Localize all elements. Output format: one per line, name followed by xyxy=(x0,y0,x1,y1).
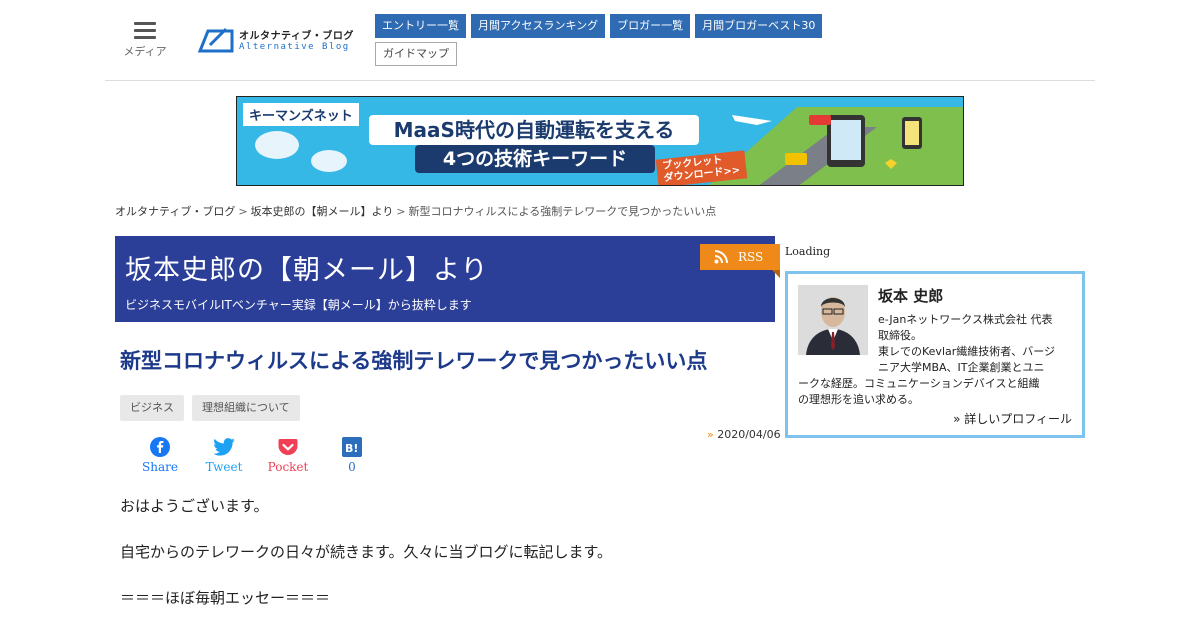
article-date: » 2020/04/06 xyxy=(707,428,781,441)
hatena-bookmark-button[interactable]: B! 0 xyxy=(320,436,384,474)
logo-text-jp: オルタナティブ・ブログ xyxy=(239,30,354,42)
logo-mark-icon xyxy=(197,27,234,53)
hatena-bookmark-icon: B! xyxy=(342,437,362,457)
author-desc-line: の理想形を追い求める。 xyxy=(798,393,919,406)
profile-details-link[interactable]: » 詳しいプロフィール xyxy=(953,410,1072,427)
ad-banner[interactable]: キーマンズネット MaaS時代の自動運転を支える 4つの技術キーワード ブックレ… xyxy=(236,96,964,186)
author-desc-line: ニア大学MBA、IT企業創業とユニ xyxy=(878,361,1045,374)
author-profile-card: 坂本 史郎 e-Janネットワークス株式会社 代表 取締役。 東レでのKevla… xyxy=(785,271,1085,438)
share-buttons: Share Tweet Pocket B! 0 xyxy=(128,436,384,474)
author-description: e-Janネットワークス株式会社 代表 取締役。 東レでのKevlar繊維技術者… xyxy=(798,312,1076,408)
author-desc-line: 取締役。 xyxy=(878,329,922,342)
blog-title[interactable]: 坂本史郎の【朝メール】より xyxy=(125,248,488,287)
nav-blogger-list[interactable]: ブロガー一覧 xyxy=(610,14,691,38)
site-logo[interactable]: オルタナティブ・ブログ Alternative Blog xyxy=(196,25,354,53)
rss-label: RSS xyxy=(738,250,764,264)
svg-text:B!: B! xyxy=(345,442,358,455)
hamburger-icon xyxy=(134,22,156,39)
date-value: 2020/04/06 xyxy=(717,428,781,441)
hatena-bookmark-count: 0 xyxy=(348,460,356,474)
tag-ideal-organization[interactable]: 理想組織について xyxy=(192,395,300,421)
article-paragraph: おはようございます。 xyxy=(120,497,269,515)
author-desc-line: 東レでのKevlar繊維技術者、バージ xyxy=(878,345,1056,358)
article-title: 新型コロナウィルスによる強制テレワークで見つかったいい点 xyxy=(120,349,708,373)
logo-text-en: Alternative Blog xyxy=(239,41,350,52)
global-nav: エントリー一覧 月間アクセスランキング ブロガー一覧 月間ブロガーベスト30 ガ… xyxy=(375,14,835,70)
tag-business[interactable]: ビジネス xyxy=(120,395,184,421)
rss-icon xyxy=(714,250,728,264)
facebook-share-label: Share xyxy=(142,460,178,474)
rss-button[interactable]: RSS xyxy=(700,244,780,278)
article-tags: ビジネス 理想組織について xyxy=(120,395,300,421)
facebook-icon xyxy=(150,437,170,457)
breadcrumb-current: 新型コロナウィルスによる強制テレワークで見つかったいい点 xyxy=(408,205,717,218)
nav-guide-map[interactable]: ガイドマップ xyxy=(375,42,457,66)
facebook-share-button[interactable]: Share xyxy=(128,436,192,474)
nav-entry-list[interactable]: エントリー一覧 xyxy=(375,14,466,38)
pocket-share-label: Pocket xyxy=(267,460,309,474)
twitter-share-label: Tweet xyxy=(205,460,243,474)
media-menu-button[interactable]: メディア xyxy=(122,22,168,59)
breadcrumb: オルタナティブ・ブログ > 坂本史郎の【朝メール】より > 新型コロナウィルスによる強制… xyxy=(115,203,716,219)
blog-subtitle: ビジネスモバイルITベンチャー実録【朝メール】から抜粋します xyxy=(125,298,472,312)
media-menu-label: メディア xyxy=(123,45,167,58)
blog-header: 坂本史郎の【朝メール】より ビジネスモバイルITベンチャー実録【朝メール】から抜… xyxy=(115,236,775,322)
pocket-share-button[interactable]: Pocket xyxy=(256,436,320,474)
article-paragraph: 自宅からのテレワークの日々が続きます。久々に当ブログに転記します。 xyxy=(120,543,613,561)
breadcrumb-separator: > xyxy=(396,205,406,218)
author-desc-line: e-Janネットワークス株式会社 代表 xyxy=(878,313,1053,326)
author-desc-line: ークな経歴。コミュニケーションデバイスと組織 xyxy=(798,377,1040,390)
twitter-icon xyxy=(213,438,235,456)
twitter-share-button[interactable]: Tweet xyxy=(192,436,256,474)
breadcrumb-home[interactable]: オルタナティブ・ブログ xyxy=(115,205,235,218)
banner-headline: MaaS時代の自動運転を支える xyxy=(369,115,699,145)
banner-brand: キーマンズネット xyxy=(243,103,359,126)
article-paragraph: ＝＝＝ほぼ毎朝エッセー＝＝＝ xyxy=(120,589,331,607)
nav-blogger-best30[interactable]: 月間ブロガーベスト30 xyxy=(695,14,823,38)
breadcrumb-blog[interactable]: 坂本史郎の【朝メール】より xyxy=(251,205,394,218)
header-divider xyxy=(105,80,1095,81)
loading-text: Loading xyxy=(785,245,831,258)
author-name[interactable]: 坂本 史郎 xyxy=(878,285,943,306)
date-marker: » xyxy=(707,428,714,441)
banner-subhead: 4つの技術キーワード xyxy=(415,145,655,173)
breadcrumb-separator: > xyxy=(238,205,248,218)
pocket-icon xyxy=(278,439,298,455)
nav-monthly-ranking[interactable]: 月間アクセスランキング xyxy=(471,14,606,38)
